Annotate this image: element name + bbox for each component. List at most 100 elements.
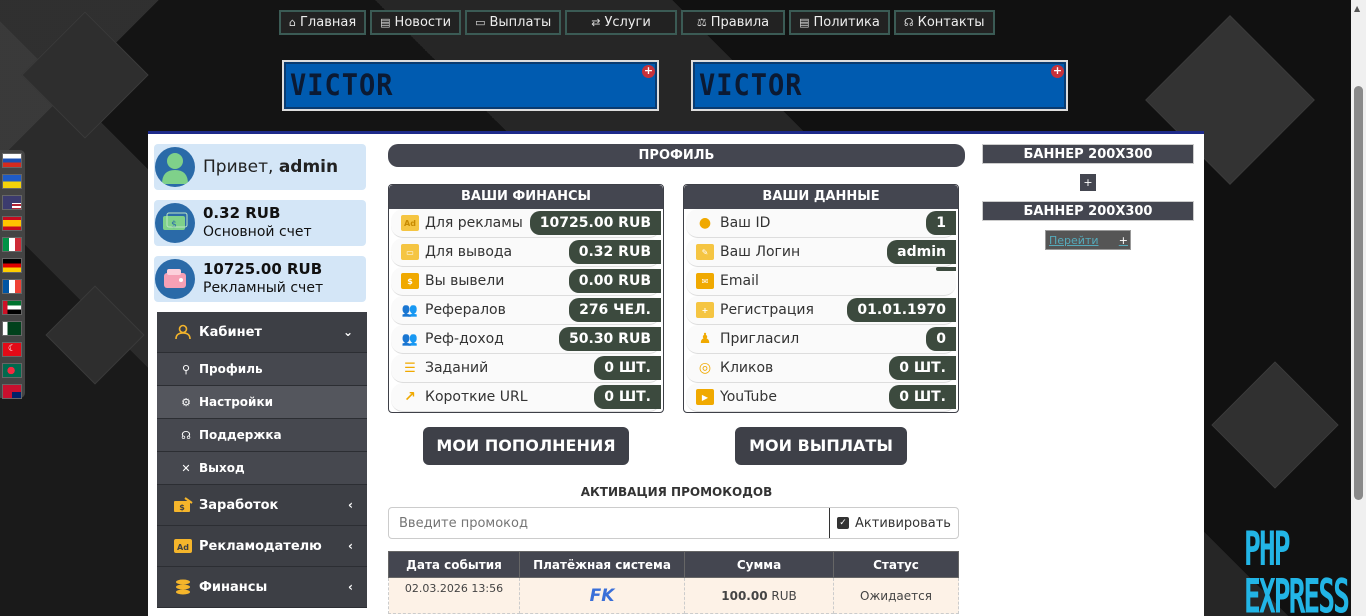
flag-ua-icon[interactable] xyxy=(2,174,22,189)
flag-es-icon[interactable] xyxy=(2,216,22,231)
table-row: 02.03.2026 13:56 FK 100.00 RUB Ожидается xyxy=(388,577,959,614)
mydata-title: ВАШИ ДАННЫЕ xyxy=(684,185,958,209)
scrollbar[interactable]: ▲ xyxy=(1351,0,1366,616)
event-amount: 100.00 RUB xyxy=(684,577,834,614)
flag-ae-icon[interactable] xyxy=(2,300,22,315)
flag-de-icon[interactable] xyxy=(2,258,22,273)
plus-icon[interactable]: + xyxy=(1119,234,1128,247)
user-icon: ⚲ xyxy=(181,362,191,376)
ad-balance-label: Рекламный счет xyxy=(203,280,324,296)
cash-icon: $ xyxy=(401,273,419,289)
greeting-card: Привет, admin xyxy=(154,144,366,190)
nav-label: Главная xyxy=(299,15,357,30)
row-value: 0 ШТ. xyxy=(594,356,661,380)
svg-text:$: $ xyxy=(179,503,185,512)
nav-label: Контакты xyxy=(917,15,985,30)
svg-text:$: $ xyxy=(171,220,177,230)
amount-currency: RUB xyxy=(771,588,797,603)
nav-news[interactable]: ▤ Новости xyxy=(370,10,462,35)
promo-form: ✓ Активировать xyxy=(388,507,959,539)
banner-header: БАННЕР 200X300 xyxy=(982,201,1194,221)
table-header-row: Дата события Платёжная система Сумма Ста… xyxy=(388,551,959,578)
row-label: Короткие URL xyxy=(425,389,528,405)
sidebar-item-cabinet[interactable]: Кабинет ⌄ xyxy=(157,312,367,353)
flag-ru-icon[interactable] xyxy=(2,153,22,168)
banner-link[interactable]: Перейти + xyxy=(1045,230,1131,250)
plus-icon[interactable]: + xyxy=(1080,174,1096,191)
flag-tr-icon[interactable]: ☾ xyxy=(2,342,22,357)
main-balance: 0.32 RUB Основной счет xyxy=(203,204,312,242)
row-value: 0 ШТ. xyxy=(889,385,956,409)
column-header: Дата события xyxy=(388,551,520,578)
flag-us-icon[interactable] xyxy=(2,195,22,210)
ad-balance: 10725.00 RUB Рекламный счет xyxy=(203,260,323,298)
data-row: + Регистрация 01.01.1970 xyxy=(686,296,956,325)
nav-payouts[interactable]: ▭ Выплаты xyxy=(465,10,562,35)
row-value: 0 xyxy=(926,327,956,351)
external-link-icon: ↗ xyxy=(404,389,416,405)
ad-icon: Ad xyxy=(401,215,419,231)
top-banner-left[interactable]: VICTOR + xyxy=(282,60,659,111)
column-header: Платёжная система xyxy=(519,551,685,578)
nav-rules[interactable]: ⚖ Правила xyxy=(680,10,786,35)
data-row: ✉ Email xyxy=(686,267,956,296)
sidebar-item-label: Финансы xyxy=(199,579,268,595)
user-gear-icon xyxy=(173,324,193,340)
flag-bd-icon[interactable] xyxy=(2,363,22,378)
sidebar-item-settings[interactable]: ⚙ Настройки xyxy=(157,386,367,419)
sidebar-item-finance[interactable]: Финансы ‹ xyxy=(157,567,367,608)
my-deposits-button[interactable]: МОИ ПОПОЛНЕНИЯ xyxy=(423,427,629,465)
row-label: Кликов xyxy=(720,360,774,376)
data-row: ● Ваш ID 1 xyxy=(686,209,956,238)
event-date: 02.03.2026 13:56 xyxy=(388,577,520,614)
my-payouts-button[interactable]: МОИ ВЫПЛАТЫ xyxy=(735,427,907,465)
flag-fr-icon[interactable] xyxy=(2,279,22,294)
flag-nz-icon[interactable] xyxy=(2,384,22,399)
payment-system-logo: FK xyxy=(519,577,685,614)
money-icon: $ xyxy=(155,203,195,243)
finances-title: ВАШИ ФИНАНСЫ xyxy=(389,185,663,209)
news-icon: ▤ xyxy=(380,16,391,29)
nav-home[interactable]: ⌂ Главная xyxy=(279,10,367,35)
row-value: 276 ЧЕЛ. xyxy=(569,298,661,322)
banner-header: БАННЕР 200X300 xyxy=(982,144,1194,164)
card-icon: ▭ xyxy=(475,16,486,29)
sidebar-item-advertiser[interactable]: Ad Рекламодателю ‹ xyxy=(157,526,367,567)
card-icon: ▭ xyxy=(401,244,419,260)
sidebar-item-label: Настройки xyxy=(199,395,274,409)
nav-contacts[interactable]: ☊ Контакты xyxy=(893,10,995,35)
avatar xyxy=(155,147,195,187)
top-banner-right[interactable]: VICTOR + xyxy=(691,60,1068,111)
page-title: ПРОФИЛЬ xyxy=(388,144,965,167)
svg-text:Ad: Ad xyxy=(177,543,189,552)
sidebar-item-logout[interactable]: ✕ Выход xyxy=(157,452,367,485)
username: admin xyxy=(278,157,339,177)
nav-label: Услуги xyxy=(604,15,651,30)
finance-row: ☰ Заданий 0 ШТ. xyxy=(391,354,661,383)
activate-button[interactable]: ✓ Активировать xyxy=(829,508,958,538)
row-value: 0 ШТ. xyxy=(594,385,661,409)
youtube-icon: ▶ xyxy=(696,389,714,405)
sidebar-item-label: Поддержка xyxy=(199,428,282,442)
sidebar-item-earnings[interactable]: $ Заработок ‹ xyxy=(157,485,367,526)
scroll-up-icon[interactable]: ▲ xyxy=(1354,4,1360,13)
plus-icon[interactable]: + xyxy=(642,65,655,78)
nav-policy[interactable]: ▤ Политика xyxy=(789,10,890,35)
scrollbar-thumb[interactable] xyxy=(1354,86,1363,500)
checklist-icon: ☰ xyxy=(404,360,416,376)
sidebar-item-support[interactable]: ☊ Поддержка xyxy=(157,419,367,452)
flag-it-icon[interactable] xyxy=(2,237,22,252)
greeting-text: Привет, admin xyxy=(203,157,338,177)
nav-label: Выплаты xyxy=(489,15,552,30)
plus-icon[interactable]: + xyxy=(1051,65,1064,78)
coins-icon xyxy=(173,579,193,595)
finances-box: ВАШИ ФИНАНСЫ Ad Для рекламы 10725.00 RUB ▭… xyxy=(388,184,664,413)
click-icon: ◎ xyxy=(698,360,712,376)
row-label: Рефералов xyxy=(425,302,506,318)
promo-input[interactable] xyxy=(389,508,829,538)
flag-pk-icon[interactable] xyxy=(2,321,22,336)
check-icon: ✓ xyxy=(837,517,850,529)
sidebar-item-profile[interactable]: ⚲ Профиль xyxy=(157,353,367,386)
event-status: Ожидается xyxy=(833,577,959,614)
nav-services[interactable]: ⇄ Услуги xyxy=(565,10,677,35)
